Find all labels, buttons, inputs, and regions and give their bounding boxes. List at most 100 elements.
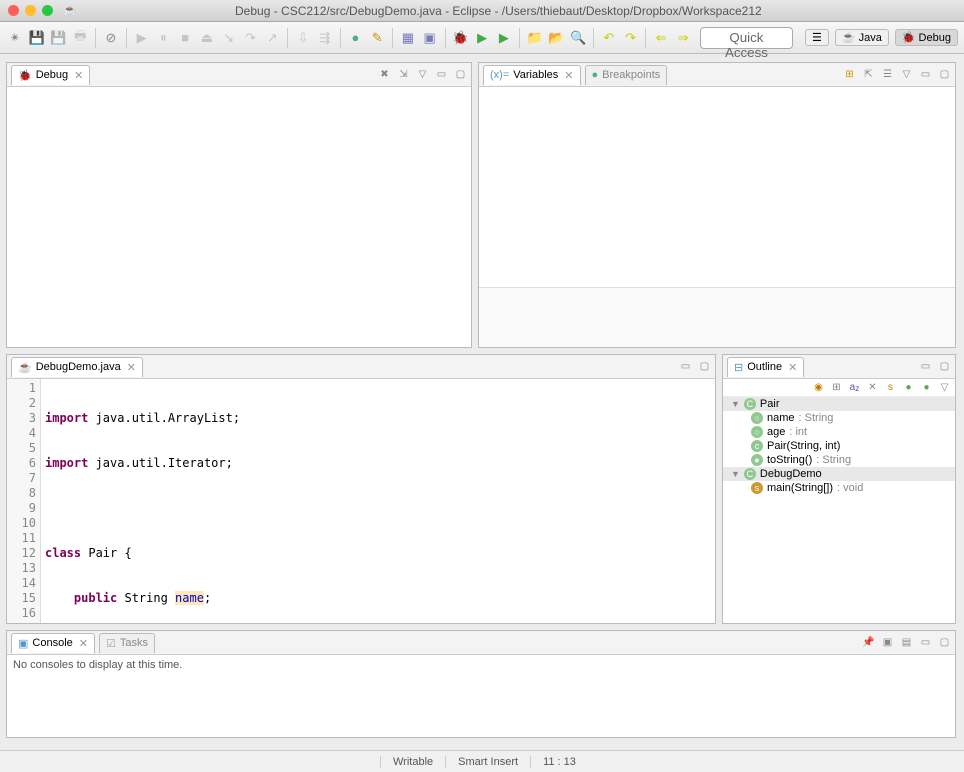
hide-static-icon[interactable]: s — [884, 381, 897, 394]
main-toolbar: ✴ 💾 💾 🖶 ⊘ ▶ ⏸ ■ ⏏ ↘ ↷ ↗ ⇩ ⇶ ● ✎ ▦ ▣ 🐞 ▶ … — [0, 22, 964, 54]
step-into-icon[interactable]: ↘ — [220, 28, 238, 48]
outline-view: ⊟Outline✕ ▭ ▢ ◉ ⊞ az ✕ s ● ● ▽ ▼CPair ○n… — [722, 354, 956, 624]
constructor-icon: c — [751, 440, 763, 452]
remove-icon[interactable]: ✖ — [378, 68, 391, 81]
open-type-icon[interactable]: 📂 — [547, 28, 565, 48]
debug-icon[interactable]: 🐞 — [451, 28, 469, 48]
focus-icon[interactable]: ◉ — [812, 381, 825, 394]
line-gutter[interactable]: 1 2 3 4 5 6 7 8 9 10 11 12 13 14 15 16 — [7, 379, 41, 623]
menu-icon[interactable]: ▽ — [416, 68, 429, 81]
open-perspective-button[interactable]: ☰ — [805, 29, 829, 46]
pin-icon[interactable]: 📌 — [862, 636, 875, 649]
debug-perspective-button[interactable]: 🐞Debug — [895, 29, 958, 46]
quick-access-button[interactable]: Quick Access — [700, 27, 793, 49]
step-over-icon[interactable]: ↷ — [242, 28, 260, 48]
prev-annotation-icon[interactable]: ↶ — [600, 28, 618, 48]
back-icon[interactable]: ⇐ — [652, 28, 670, 48]
close-icon[interactable]: ✕ — [127, 361, 136, 374]
console-tab[interactable]: ▣Console✕ — [11, 633, 95, 653]
tree-icon[interactable]: ⇲ — [397, 68, 410, 81]
outline-item-name[interactable]: ○name : String — [723, 411, 955, 425]
console-icon: ▣ — [18, 637, 28, 650]
status-writable: Writable — [380, 756, 445, 768]
class-icon: C — [744, 398, 756, 410]
open-console-icon[interactable]: ▤ — [900, 636, 913, 649]
maximize-icon[interactable]: ▢ — [938, 360, 951, 373]
close-icon[interactable]: ✕ — [79, 637, 88, 650]
menu-icon[interactable]: ▽ — [900, 68, 913, 81]
forward-icon[interactable]: ⇒ — [674, 28, 692, 48]
maximize-icon[interactable]: ▢ — [698, 360, 711, 373]
maximize-icon[interactable]: ▢ — [938, 68, 951, 81]
java-file-icon: ☕ — [18, 361, 32, 374]
next-annotation-icon[interactable]: ↷ — [622, 28, 640, 48]
outline-tab[interactable]: ⊟Outline✕ — [727, 357, 804, 377]
debug-tab[interactable]: 🐞Debug✕ — [11, 65, 90, 85]
save-all-icon[interactable]: 💾 — [50, 28, 68, 48]
java-icon: ☕ — [842, 31, 856, 44]
hide-local-icon[interactable]: ● — [920, 381, 933, 394]
tasks-tab[interactable]: ☑Tasks — [99, 633, 155, 653]
disconnect-icon[interactable]: ⏏ — [198, 28, 216, 48]
expression-icon[interactable]: ✎ — [368, 28, 386, 48]
new-icon[interactable]: ✴ — [6, 28, 24, 48]
minimize-icon[interactable]: ▭ — [919, 360, 932, 373]
bug-icon: 🐞 — [902, 31, 916, 44]
collapse-icon: ▼ — [731, 399, 740, 409]
breakpoint-icon[interactable]: ● — [347, 28, 365, 48]
minimize-icon[interactable]: ▭ — [435, 68, 448, 81]
outline-item-debugdemo[interactable]: ▼CDebugDemo — [723, 467, 955, 481]
minimize-icon[interactable] — [25, 5, 36, 16]
outline-item-tostring[interactable]: ●toString() : String — [723, 453, 955, 467]
field-icon: ○ — [751, 426, 763, 438]
close-icon[interactable]: ✕ — [74, 69, 83, 82]
breakpoints-tab[interactable]: ●Breakpoints — [585, 65, 668, 85]
display-icon[interactable]: ▣ — [881, 636, 894, 649]
run-last-icon[interactable]: ▶ — [495, 28, 513, 48]
display-icon[interactable]: ▦ — [399, 28, 417, 48]
hide-non-public-icon[interactable]: ● — [902, 381, 915, 394]
save-icon[interactable]: 💾 — [28, 28, 46, 48]
minimize-icon[interactable]: ▭ — [919, 68, 932, 81]
step-return-icon[interactable]: ↗ — [263, 28, 281, 48]
code-editor[interactable]: 1 2 3 4 5 6 7 8 9 10 11 12 13 14 15 16 i… — [7, 379, 715, 623]
sort-icon[interactable]: ⊞ — [830, 381, 843, 394]
variables-tab[interactable]: (x)=Variables✕ — [483, 65, 581, 85]
outline-item-age[interactable]: ○age : int — [723, 425, 955, 439]
status-insert-mode: Smart Insert — [445, 756, 530, 768]
outline-item-pair[interactable]: ▼CPair — [723, 397, 955, 411]
inspect-icon[interactable]: ▣ — [421, 28, 439, 48]
minimize-icon[interactable]: ▭ — [919, 636, 932, 649]
suspend-icon[interactable]: ⏸ — [154, 28, 172, 48]
run-icon[interactable]: ▶ — [473, 28, 491, 48]
class-icon: C — [744, 468, 756, 480]
java-perspective-button[interactable]: ☕Java — [835, 29, 889, 46]
drop-frame-icon[interactable]: ⇩ — [294, 28, 312, 48]
search-icon[interactable]: 🔍 — [569, 28, 587, 48]
terminate-icon[interactable]: ■ — [176, 28, 194, 48]
hide-fields-icon[interactable]: ✕ — [866, 381, 879, 394]
collapse-icon[interactable]: ⇱ — [862, 68, 875, 81]
maximize-icon[interactable]: ▢ — [938, 636, 951, 649]
layout-icon[interactable]: ☰ — [881, 68, 894, 81]
status-bar: Writable Smart Insert 11 : 13 — [0, 750, 964, 772]
new-package-icon[interactable]: 📁 — [526, 28, 544, 48]
method-icon: ● — [751, 454, 763, 466]
resume-icon[interactable]: ▶ — [133, 28, 151, 48]
minimize-icon[interactable]: ▭ — [679, 360, 692, 373]
outline-item-main[interactable]: smain(String[]) : void — [723, 481, 955, 495]
az-icon[interactable]: az — [848, 381, 861, 394]
menu-icon[interactable]: ▽ — [938, 381, 951, 394]
step-filters-icon[interactable]: ⇶ — [316, 28, 334, 48]
skip-breakpoints-icon[interactable]: ⊘ — [102, 28, 120, 48]
close-icon[interactable] — [8, 5, 19, 16]
zoom-icon[interactable] — [42, 5, 53, 16]
maximize-icon[interactable]: ▢ — [454, 68, 467, 81]
outline-item-ctor[interactable]: cPair(String, int) — [723, 439, 955, 453]
breakpoint-icon: ● — [592, 69, 599, 81]
close-icon[interactable]: ✕ — [788, 361, 797, 374]
close-icon[interactable]: ✕ — [564, 69, 573, 82]
type-icon[interactable]: ⊞ — [843, 68, 856, 81]
print-icon[interactable]: 🖶 — [71, 28, 89, 48]
editor-tab[interactable]: ☕DebugDemo.java✕ — [11, 357, 143, 377]
